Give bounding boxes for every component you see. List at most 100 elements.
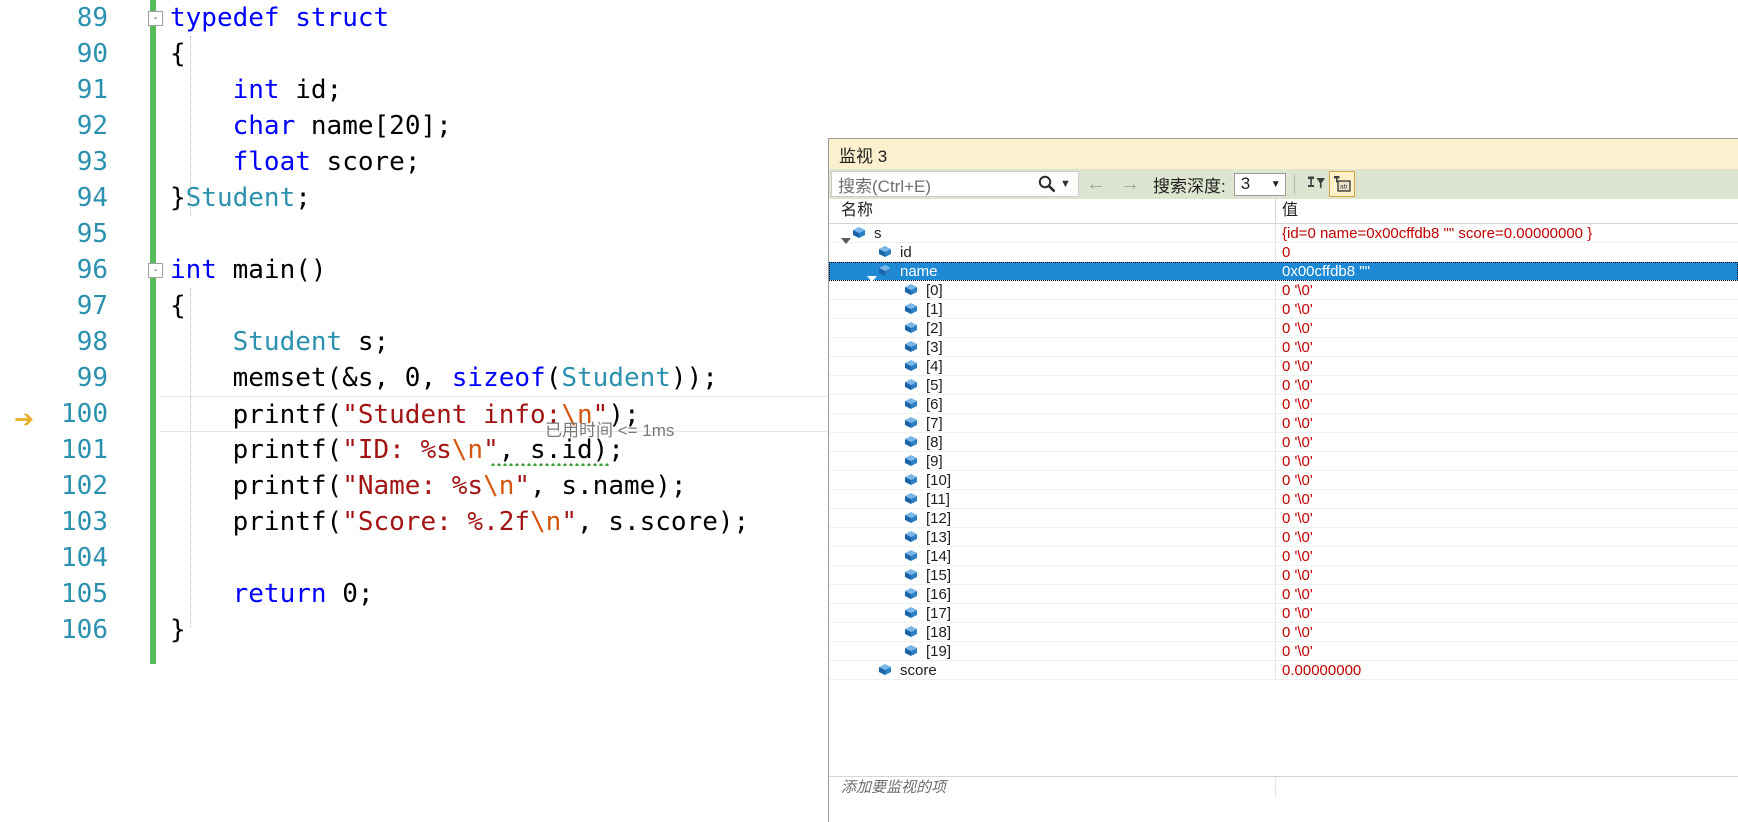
pin-filter-button[interactable] bbox=[1303, 171, 1329, 197]
watch-row-name-cell[interactable]: [16] bbox=[829, 584, 1276, 604]
watch-row[interactable]: score 0.00000000 bbox=[829, 660, 1738, 680]
code-line[interactable]: printf("Name: %s\n", s.name); bbox=[160, 468, 830, 504]
nav-forward-button[interactable]: → bbox=[1113, 174, 1147, 194]
watch-row[interactable]: [6] 0 '\0' bbox=[829, 394, 1738, 414]
search-input[interactable]: 搜索(Ctrl+E) ▼ bbox=[831, 171, 1079, 197]
column-header-name[interactable]: 名称 bbox=[829, 199, 1276, 223]
watch-row-value-cell[interactable]: 0 '\0' bbox=[1276, 339, 1738, 356]
watch-row-name-cell[interactable]: [18] bbox=[829, 622, 1276, 642]
watch-row-value-cell[interactable]: 0x00cffdb8 "" bbox=[1276, 263, 1738, 280]
watch-row-name-cell[interactable]: [7] bbox=[829, 413, 1276, 433]
watch-toolbar[interactable]: 搜索(Ctrl+E) ▼ ← → 搜索深度: 3 ▼ ab bbox=[829, 169, 1738, 199]
watch-row[interactable]: [0] 0 '\0' bbox=[829, 280, 1738, 300]
watch-row-value-cell[interactable]: 0 '\0' bbox=[1276, 529, 1738, 546]
watch-row-value-cell[interactable]: 0.00000000 bbox=[1276, 662, 1738, 679]
watch-row[interactable]: [17] 0 '\0' bbox=[829, 603, 1738, 623]
watch-row-value-cell[interactable]: 0 '\0' bbox=[1276, 586, 1738, 603]
code-line[interactable]: printf("Student info:\n"); bbox=[160, 396, 830, 432]
watch-window[interactable]: 监视 3 搜索(Ctrl+E) ▼ ← → 搜索深度: 3 ▼ ab 名称 值 … bbox=[828, 138, 1738, 822]
code-line[interactable]: - int main() bbox=[148, 252, 830, 288]
code-line[interactable]: } bbox=[160, 612, 830, 648]
watch-row-name-cell[interactable]: [3] bbox=[829, 337, 1276, 357]
watch-row-value-cell[interactable]: 0 '\0' bbox=[1276, 358, 1738, 375]
watch-row-value-cell[interactable]: 0 '\0' bbox=[1276, 282, 1738, 299]
watch-row-name-cell[interactable]: [5] bbox=[829, 375, 1276, 395]
watch-row[interactable]: [7] 0 '\0' bbox=[829, 413, 1738, 433]
watch-row-name-cell[interactable]: [13] bbox=[829, 527, 1276, 547]
watch-row[interactable]: [5] 0 '\0' bbox=[829, 375, 1738, 395]
watch-row[interactable]: [14] 0 '\0' bbox=[829, 546, 1738, 566]
watch-row[interactable]: [2] 0 '\0' bbox=[829, 318, 1738, 338]
watch-row[interactable]: name 0x00cffdb8 "" bbox=[829, 261, 1738, 282]
code-line[interactable]: Student s; bbox=[160, 324, 830, 360]
watch-row-value-cell[interactable]: 0 '\0' bbox=[1276, 377, 1738, 394]
watch-row-name-cell[interactable]: [2] bbox=[829, 318, 1276, 338]
hex-display-button[interactable]: ab bbox=[1328, 171, 1355, 197]
fold-toggle-icon[interactable]: - bbox=[148, 11, 163, 26]
watch-row[interactable]: [16] 0 '\0' bbox=[829, 584, 1738, 604]
code-text-area[interactable]: - typedef struct{ int id; char name[20]; … bbox=[148, 0, 830, 822]
code-editor[interactable]: ➔ 89 90 91 92 93 94 95 96 97 98 99 100 101 102 103 104 1… bbox=[0, 0, 830, 822]
code-line[interactable]: { bbox=[160, 288, 830, 324]
watch-row-name-cell[interactable]: s bbox=[829, 224, 1276, 244]
code-line[interactable]: int id; bbox=[160, 72, 830, 108]
code-line[interactable]: - typedef struct bbox=[148, 0, 830, 36]
watch-row-value-cell[interactable]: 0 '\0' bbox=[1276, 472, 1738, 489]
watch-row-name-cell[interactable]: [11] bbox=[829, 489, 1276, 509]
watch-row-name-cell[interactable]: [8] bbox=[829, 432, 1276, 452]
code-line[interactable]: printf("ID: %s\n", s.id); bbox=[160, 432, 830, 468]
watch-row-name-cell[interactable]: [4] bbox=[829, 356, 1276, 376]
watch-row-name-cell[interactable]: [19] bbox=[829, 641, 1276, 661]
watch-row-value-cell[interactable]: 0 '\0' bbox=[1276, 510, 1738, 527]
code-line[interactable]: return 0; bbox=[160, 576, 830, 612]
watch-row-value-cell[interactable]: 0 '\0' bbox=[1276, 396, 1738, 413]
code-line[interactable]: float score; bbox=[160, 144, 830, 180]
magnifier-icon[interactable] bbox=[1036, 173, 1058, 195]
watch-row[interactable]: [13] 0 '\0' bbox=[829, 527, 1738, 547]
watch-row-value-cell[interactable]: 0 '\0' bbox=[1276, 415, 1738, 432]
watch-row[interactable]: [3] 0 '\0' bbox=[829, 337, 1738, 357]
code-line[interactable] bbox=[160, 540, 830, 576]
watch-row[interactable]: [19] 0 '\0' bbox=[829, 641, 1738, 661]
code-line[interactable]: { bbox=[160, 36, 830, 72]
watch-row-name-cell[interactable]: id bbox=[829, 242, 1276, 262]
watch-row[interactable]: [18] 0 '\0' bbox=[829, 622, 1738, 642]
code-line[interactable]: char name[20]; bbox=[160, 108, 830, 144]
watch-row-name-cell[interactable]: [15] bbox=[829, 565, 1276, 585]
watch-row[interactable]: [15] 0 '\0' bbox=[829, 565, 1738, 585]
watch-row[interactable]: [10] 0 '\0' bbox=[829, 470, 1738, 490]
watch-row-name-cell[interactable]: [1] bbox=[829, 299, 1276, 319]
watch-row-value-cell[interactable]: 0 '\0' bbox=[1276, 453, 1738, 470]
code-line[interactable]: }Student; bbox=[160, 180, 830, 216]
watch-row-value-cell[interactable]: 0 '\0' bbox=[1276, 434, 1738, 451]
nav-back-button[interactable]: ← bbox=[1079, 174, 1113, 194]
watch-row-name-cell[interactable]: [0] bbox=[829, 280, 1276, 300]
column-header-value[interactable]: 值 bbox=[1276, 199, 1738, 223]
watch-row-value-cell[interactable]: {id=0 name=0x00cffdb8 "" score=0.0000000… bbox=[1276, 225, 1738, 242]
watch-row-name-cell[interactable]: [9] bbox=[829, 451, 1276, 471]
watch-row-name-cell[interactable]: score bbox=[829, 660, 1276, 680]
watch-row-value-cell[interactable]: 0 '\0' bbox=[1276, 624, 1738, 641]
watch-row-name-cell[interactable]: [10] bbox=[829, 470, 1276, 490]
watch-row[interactable]: [9] 0 '\0' bbox=[829, 451, 1738, 471]
fold-toggle-icon[interactable]: - bbox=[148, 263, 163, 278]
watch-row-name-cell[interactable]: name bbox=[829, 261, 1276, 282]
watch-row[interactable]: [1] 0 '\0' bbox=[829, 299, 1738, 319]
watch-row-name-cell[interactable]: [14] bbox=[829, 546, 1276, 566]
watch-row-value-cell[interactable]: 0 '\0' bbox=[1276, 301, 1738, 318]
add-watch-row[interactable]: 添加要监视的项 bbox=[829, 776, 1738, 798]
watch-row-value-cell[interactable]: 0 '\0' bbox=[1276, 605, 1738, 622]
chevron-down-icon[interactable]: ▼ bbox=[1267, 179, 1285, 190]
watch-row-value-cell[interactable]: 0 '\0' bbox=[1276, 567, 1738, 584]
watch-row-value-cell[interactable]: 0 '\0' bbox=[1276, 643, 1738, 660]
watch-variable-tree[interactable]: s {id=0 name=0x00cffdb8 "" score=0.000000… bbox=[829, 224, 1738, 776]
watch-row[interactable]: id 0 bbox=[829, 242, 1738, 262]
code-line[interactable]: memset(&s, 0, sizeof(Student)); bbox=[160, 360, 830, 396]
watch-row[interactable]: [8] 0 '\0' bbox=[829, 432, 1738, 452]
search-depth-select[interactable]: 3 ▼ bbox=[1233, 172, 1286, 196]
watch-row[interactable]: s {id=0 name=0x00cffdb8 "" score=0.000000… bbox=[829, 224, 1738, 244]
watch-row-value-cell[interactable]: 0 '\0' bbox=[1276, 548, 1738, 565]
code-line[interactable]: printf("Score: %.2f\n", s.score); bbox=[160, 504, 830, 540]
watch-row[interactable]: [11] 0 '\0' bbox=[829, 489, 1738, 509]
search-options-chevron-down-icon[interactable]: ▼ bbox=[1060, 178, 1072, 190]
